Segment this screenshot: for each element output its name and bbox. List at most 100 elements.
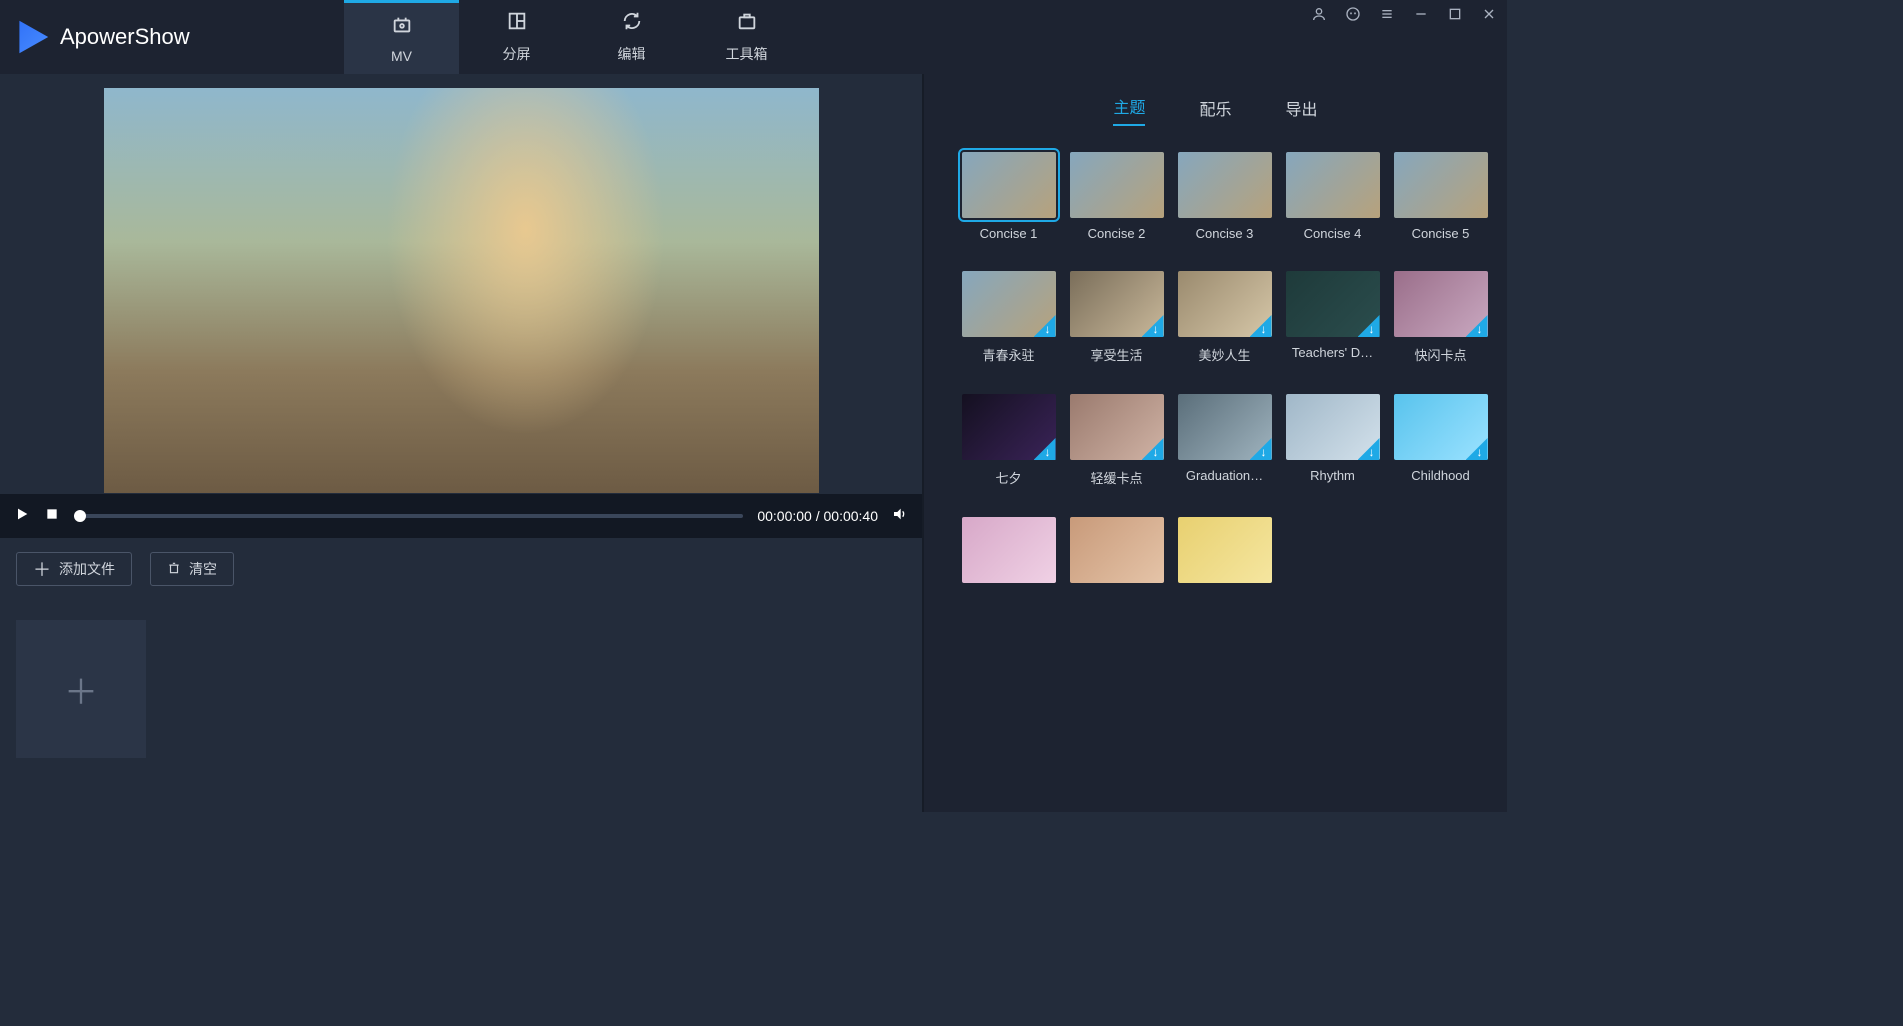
add-clip-placeholder[interactable]: ＋ — [16, 620, 146, 758]
theme-thumbnail — [1178, 517, 1272, 583]
minimize-icon[interactable] — [1413, 6, 1429, 22]
tab-icon — [506, 10, 528, 38]
side-tab-0[interactable]: 主题 — [1113, 94, 1145, 126]
maximize-icon[interactable] — [1447, 6, 1463, 22]
theme-label: 享受生活 — [1090, 345, 1142, 364]
stop-button[interactable] — [44, 506, 60, 527]
theme-item-3[interactable]: Concise 4 — [1286, 152, 1380, 241]
theme-thumbnail: ↓ — [962, 271, 1056, 337]
theme-label: Concise 4 — [1304, 226, 1362, 241]
add-file-button[interactable]: ＋ 添加文件 — [16, 552, 132, 586]
download-icon: ↓ — [1034, 315, 1056, 337]
theme-item-2[interactable]: Concise 3 — [1178, 152, 1272, 241]
side-tabs: 主题 配乐 导出 — [924, 74, 1507, 134]
theme-item-16[interactable] — [1070, 517, 1164, 591]
theme-thumbnail — [1070, 152, 1164, 218]
download-icon: ↓ — [1466, 438, 1488, 460]
theme-item-0[interactable]: Concise 1 — [962, 152, 1056, 241]
preview-area — [0, 74, 922, 494]
main-tab-1[interactable]: 分屏 — [459, 0, 574, 74]
playback-time: 00:00:00 / 00:00:40 — [757, 508, 878, 524]
theme-item-8[interactable]: ↓Teachers' D… — [1286, 271, 1380, 364]
theme-label: 七夕 — [995, 468, 1021, 487]
left-pane: 00:00:00 / 00:00:40 ＋ 添加文件 清空 ＋ — [0, 74, 922, 812]
theme-item-10[interactable]: ↓ 七夕 — [962, 394, 1056, 487]
app-logo-icon — [14, 19, 50, 55]
download-icon: ↓ — [1250, 438, 1272, 460]
main-tab-0[interactable]: MV — [344, 0, 459, 74]
menu-icon[interactable] — [1379, 6, 1395, 22]
theme-thumbnail — [1178, 152, 1272, 218]
main-tab-3[interactable]: 工具箱 — [689, 0, 804, 74]
theme-thumbnail — [962, 517, 1056, 583]
main-tab-2[interactable]: 编辑 — [574, 0, 689, 74]
theme-item-11[interactable]: ↓轻缓卡点 — [1070, 394, 1164, 487]
theme-thumbnail: ↓ — [1286, 271, 1380, 337]
theme-label: Concise 1 — [980, 226, 1038, 241]
theme-item-15[interactable] — [962, 517, 1056, 591]
theme-item-14[interactable]: ↓ Childhood — [1394, 394, 1488, 487]
theme-item-4[interactable]: Concise 5 — [1394, 152, 1488, 241]
tab-icon — [736, 10, 758, 38]
theme-thumbnail — [1286, 152, 1380, 218]
app-name: ApowerShow — [60, 24, 190, 50]
app-header: ApowerShow MV 分屏 编辑工具箱 — [0, 0, 1507, 74]
tab-label: 工具箱 — [726, 44, 768, 64]
theme-label: Childhood — [1411, 468, 1470, 483]
tab-icon — [391, 14, 413, 42]
theme-thumbnail — [1070, 517, 1164, 583]
download-icon: ↓ — [1358, 438, 1380, 460]
preview-video — [104, 88, 819, 493]
add-file-label: 添加文件 — [59, 559, 115, 579]
theme-label: Graduation… — [1186, 468, 1263, 483]
volume-button[interactable] — [892, 506, 908, 527]
theme-label: 轻缓卡点 — [1090, 468, 1142, 487]
plus-icon: ＋ — [33, 556, 51, 582]
window-controls — [1311, 6, 1497, 22]
theme-thumbnail — [962, 152, 1056, 218]
theme-label: Concise 2 — [1088, 226, 1146, 241]
download-icon: ↓ — [1142, 438, 1164, 460]
theme-label: Concise 5 — [1412, 226, 1470, 241]
tab-icon — [621, 10, 643, 38]
theme-thumbnail: ↓ — [1178, 271, 1272, 337]
theme-item-9[interactable]: ↓快闪卡点 — [1394, 271, 1488, 364]
side-tab-1[interactable]: 配乐 — [1199, 96, 1231, 126]
user-icon[interactable] — [1311, 6, 1327, 22]
progress-slider[interactable] — [74, 514, 743, 518]
clear-label: 清空 — [189, 559, 217, 579]
playback-bar: 00:00:00 / 00:00:40 — [0, 494, 922, 538]
toolbar: ＋ 添加文件 清空 — [0, 538, 922, 600]
theme-thumbnail: ↓ — [1070, 271, 1164, 337]
feedback-icon[interactable] — [1345, 6, 1361, 22]
close-icon[interactable] — [1481, 6, 1497, 22]
theme-item-1[interactable]: Concise 2 — [1070, 152, 1164, 241]
theme-grid: Concise 1 Concise 2 Concise 3 Concise 4 Conc… — [924, 134, 1507, 812]
theme-item-13[interactable]: ↓Rhythm — [1286, 394, 1380, 487]
theme-item-5[interactable]: ↓青春永驻 — [962, 271, 1056, 364]
theme-label: 美妙人生 — [1198, 345, 1250, 364]
theme-label: 快闪卡点 — [1414, 345, 1466, 364]
download-icon: ↓ — [1034, 438, 1056, 460]
theme-item-17[interactable] — [1178, 517, 1272, 591]
play-button[interactable] — [14, 506, 30, 527]
theme-item-12[interactable]: ↓ Graduation… — [1178, 394, 1272, 487]
download-icon: ↓ — [1250, 315, 1272, 337]
theme-thumbnail: ↓ — [1394, 394, 1488, 460]
clip-strip: ＋ — [0, 600, 922, 812]
theme-thumbnail: ↓ — [962, 394, 1056, 460]
download-icon: ↓ — [1142, 315, 1164, 337]
side-tab-2[interactable]: 导出 — [1286, 96, 1318, 126]
theme-label: Rhythm — [1310, 468, 1355, 483]
theme-label: 青春永驻 — [982, 345, 1034, 364]
theme-thumbnail: ↓ — [1286, 394, 1380, 460]
theme-item-7[interactable]: ↓美妙人生 — [1178, 271, 1272, 364]
theme-item-6[interactable]: ↓享受生活 — [1070, 271, 1164, 364]
time-total: 00:00:40 — [824, 508, 879, 524]
theme-thumbnail: ↓ — [1178, 394, 1272, 460]
download-icon: ↓ — [1358, 315, 1380, 337]
tab-label: 分屏 — [503, 44, 531, 64]
clear-button[interactable]: 清空 — [150, 552, 234, 586]
right-pane: 主题配乐导出 Concise 1Concise 2Concise 3Concis… — [922, 74, 1507, 812]
download-icon: ↓ — [1466, 315, 1488, 337]
